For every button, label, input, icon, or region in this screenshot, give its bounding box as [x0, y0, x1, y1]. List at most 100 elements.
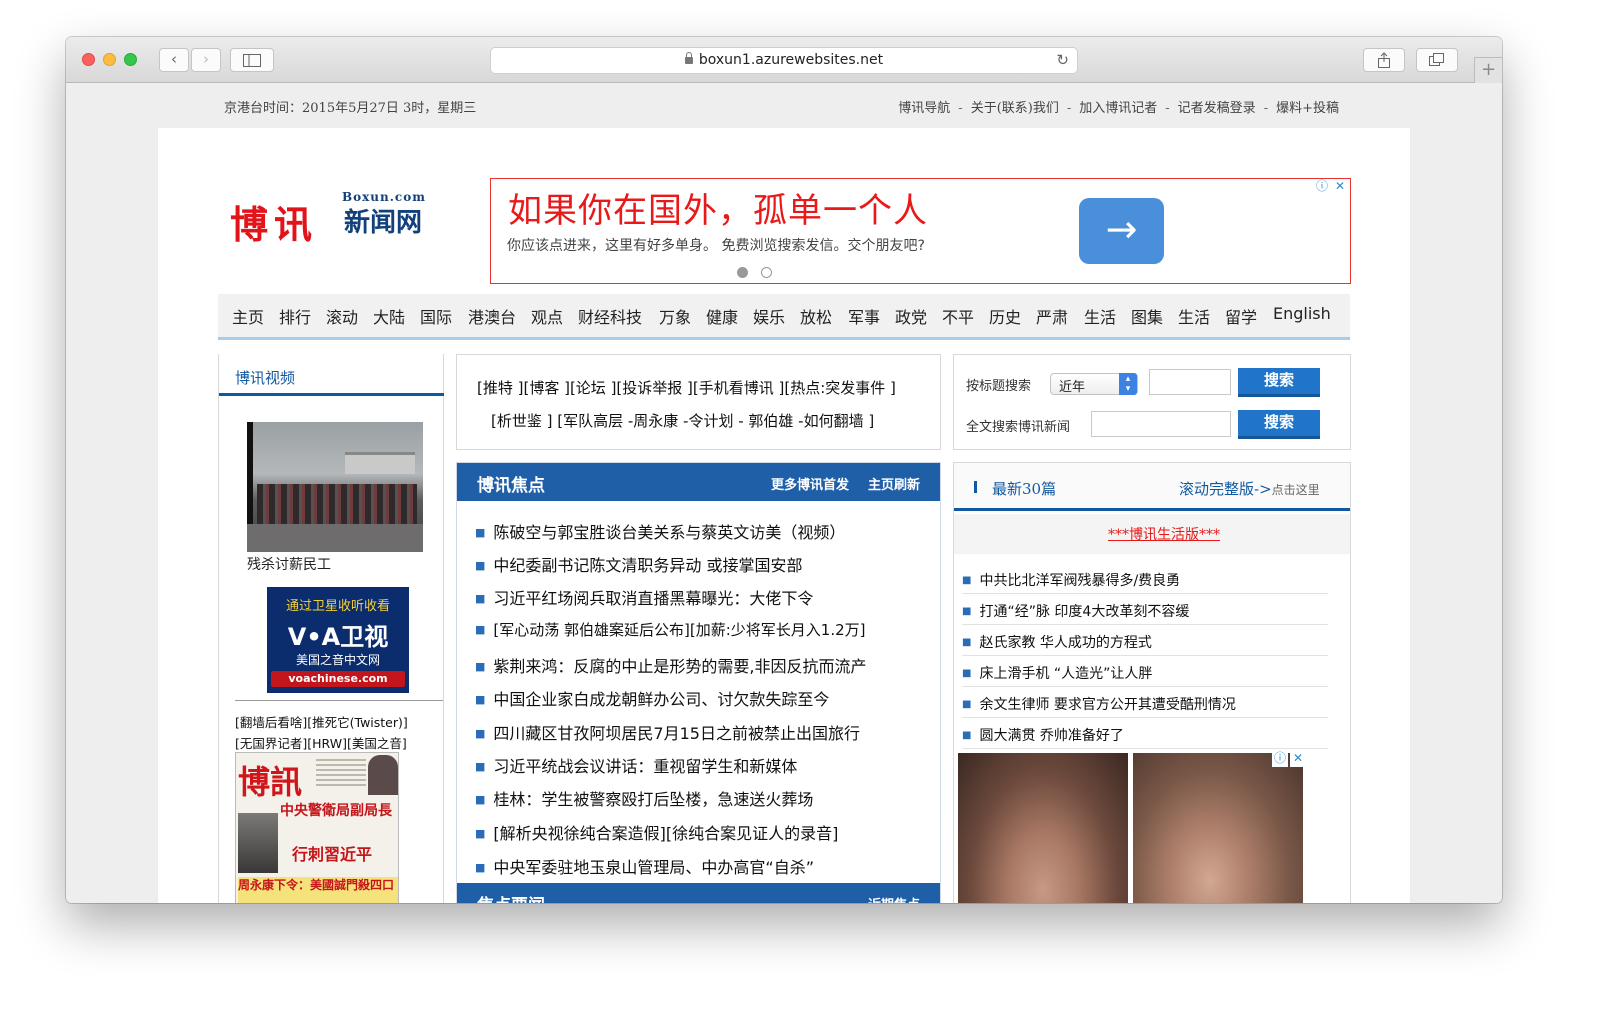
- nav-item[interactable]: 主页: [232, 304, 264, 328]
- photo-ad-info-icon[interactable]: ⓘ: [1272, 751, 1288, 767]
- nav-item[interactable]: 观点: [531, 304, 563, 328]
- photo-ad-close-icon[interactable]: ✕: [1290, 751, 1306, 767]
- focus-item[interactable]: ■ 桂林：学生被警察殴打后坠楼，急速送火葬场: [475, 786, 813, 810]
- quick-links-2[interactable]: [析世鉴 ] [军队高层 -周永康 -令计划 - 郭伯雄 -如何翻墙 ]: [491, 410, 874, 431]
- focus-item[interactable]: ■ 中国企业家白成龙朝鲜办公司、讨欠款失踪至今: [475, 686, 829, 710]
- forward-button[interactable]: ›: [191, 48, 221, 72]
- separator: -: [1165, 101, 1170, 116]
- search-box: 按标题搜索 近年 ▴ ▾ 搜索 全文搜索博讯新闻 搜索: [953, 354, 1351, 450]
- ad-banner[interactable]: 如果你在国外，孤单一个人 你应该点进来，这里有好多单身。 免费浏览搜索发信。交个…: [490, 178, 1351, 284]
- nav-item[interactable]: 健康: [706, 304, 738, 328]
- ad-subtext[interactable]: 你应该点进来，这里有好多单身。 免费浏览搜索发信。交个朋友吧?: [507, 235, 925, 255]
- search-year-select[interactable]: 近年 ▴ ▾: [1050, 373, 1138, 395]
- nav-item[interactable]: 图集: [1131, 304, 1163, 328]
- close-window-button[interactable]: [82, 53, 95, 66]
- top-link-about[interactable]: 关于(联系)我们: [971, 101, 1059, 116]
- carousel-dot-active[interactable]: [737, 267, 748, 278]
- nav-item[interactable]: 娱乐: [753, 304, 785, 328]
- ad-info-icon[interactable]: ⓘ: [1314, 179, 1330, 195]
- ad-photo-2[interactable]: [1133, 753, 1303, 903]
- new-tab-button[interactable]: +: [1474, 57, 1502, 83]
- focus-item[interactable]: ■ [解析央视徐纯合案造假][徐纯合案见证人的录音]: [475, 820, 838, 844]
- top-link-login[interactable]: 记者发稿登录: [1178, 101, 1256, 116]
- latest-title[interactable]: 最新30篇: [992, 478, 1056, 499]
- nav-item[interactable]: 政党: [895, 304, 927, 328]
- search-title-button[interactable]: 搜索: [1238, 368, 1320, 397]
- life-link[interactable]: ***博讯生活版***: [1108, 524, 1220, 544]
- site-logo[interactable]: 博讯 新闻网 Boxun.com: [230, 184, 470, 247]
- nav-item[interactable]: 不平: [942, 304, 974, 328]
- search-full-button[interactable]: 搜索: [1238, 410, 1320, 439]
- nav-item[interactable]: 排行: [279, 304, 311, 328]
- quick-links-1[interactable]: [推特 ][博客 ][论坛 ][投诉举报 ][手机看博讯 ][热点:突发事件 ]: [477, 377, 896, 398]
- latest-item[interactable]: ■ 中共比北洋军阀残暴得多/费良勇: [962, 564, 1328, 594]
- ad-headline[interactable]: 如果你在国外，孤单一个人: [508, 183, 928, 232]
- nav-item[interactable]: 大陆: [373, 304, 405, 328]
- video-thumbnail[interactable]: [247, 422, 423, 552]
- nav-item[interactable]: 生活: [1178, 304, 1210, 328]
- focus-title[interactable]: 博讯焦点: [477, 471, 545, 496]
- top-link-submit[interactable]: 爆料+投稿: [1276, 101, 1339, 116]
- photo-ad[interactable]: ⓘ ✕: [958, 751, 1308, 903]
- left-links-2[interactable]: [无国界记者][HRW][美国之音]: [235, 733, 407, 752]
- separator: -: [1263, 101, 1269, 116]
- focus-item[interactable]: ■ 陈破空与郭宝胜谈台美关系与蔡英文访美（视频）: [475, 519, 845, 543]
- nav-item[interactable]: 历史: [989, 304, 1021, 328]
- news-title[interactable]: 焦点要闻: [477, 891, 545, 903]
- focus-refresh-link[interactable]: 主页刷新: [868, 474, 920, 493]
- zoom-window-button[interactable]: [124, 53, 137, 66]
- latest-item[interactable]: ■ 余文生律师 要求官方公开其遭受酷刑情况: [962, 688, 1328, 718]
- ad-go-button[interactable]: →: [1079, 198, 1164, 264]
- voa-ad[interactable]: 通过卫星收听收看 V•A卫视 美国之音中文网 voachinese.com: [267, 587, 409, 693]
- logo-tag: Boxun.com: [342, 190, 426, 204]
- focus-item[interactable]: ■ 习近平统战会议讲话：重视留学生和新媒体: [475, 753, 797, 777]
- nav-item-english[interactable]: English: [1273, 304, 1331, 323]
- focus-item[interactable]: ■ 习近平红场阅兵取消直播黑幕曝光：大佬下令: [475, 585, 813, 609]
- carousel-dot[interactable]: [761, 267, 772, 278]
- newspaper-image[interactable]: 博訊 中央警衛局副局長 行刺習近平 周永康下令：美國誠門殺四口: [235, 752, 399, 903]
- focus-item[interactable]: ■ [军心动荡 郭伯雄案延后公布][加薪:少将军长月入1.2万]: [475, 619, 866, 640]
- left-column: 博讯视频 残杀讨薪民工 通过卫星收听收看 V•A卫视 美国之音中文网 voach…: [218, 354, 444, 903]
- focus-more-link[interactable]: 更多博讯首发: [771, 474, 849, 493]
- focus-item[interactable]: ■ 紫荆来鸿：反腐的中止是形势的需要,非因反抗而流产: [475, 653, 867, 677]
- video-caption[interactable]: 残杀讨薪民工: [247, 554, 331, 574]
- ad-photo-1[interactable]: [958, 753, 1128, 903]
- web-content: 京港台时间：2015年5月27日 3时，星期三 博讯导航 - 关于(联系)我们 - 加入…: [66, 83, 1502, 903]
- latest-item[interactable]: ■ 圆大满贯 乔帅准备好了: [962, 719, 1328, 749]
- latest-item[interactable]: ■ 床上滑手机 “人造光”让人胖: [962, 657, 1328, 687]
- focus-item[interactable]: ■ 中纪委副书记陈文清职务异动 或接掌国安部: [475, 552, 803, 576]
- nav-item[interactable]: 国际: [420, 304, 452, 328]
- nav-item[interactable]: 万象: [659, 304, 691, 328]
- nav-item[interactable]: 放松: [800, 304, 832, 328]
- top-link-nav[interactable]: 博讯导航: [898, 101, 950, 116]
- left-links-1[interactable]: [翻墙后看啥][推死它(Twister)]: [235, 712, 408, 731]
- nav-item[interactable]: 港澳台: [468, 304, 516, 328]
- top-link-join[interactable]: 加入博讯记者: [1079, 101, 1157, 116]
- tabs-overview-button[interactable]: [1416, 48, 1458, 72]
- search-title-input[interactable]: [1149, 369, 1231, 395]
- focus-item[interactable]: ■ 中央军委驻地玉泉山管理局、中办高官“自杀”: [475, 854, 814, 878]
- minimize-window-button[interactable]: [103, 53, 116, 66]
- back-button[interactable]: ‹: [159, 48, 189, 72]
- scroll-full-link[interactable]: 滚动完整版->点击这里: [1179, 478, 1320, 499]
- nav-item[interactable]: 生活: [1084, 304, 1116, 328]
- focus-item-text: [解析央视徐纯合案造假][徐纯合案见证人的录音]: [493, 824, 839, 843]
- latest-item[interactable]: ■ 打通“经”脉 印度4大改革刻不容缓: [962, 595, 1328, 625]
- nav-item[interactable]: 财经科技: [578, 304, 642, 328]
- news-more-link[interactable]: 近期焦点: [868, 894, 920, 903]
- nav-item[interactable]: 留学: [1225, 304, 1257, 328]
- reload-icon[interactable]: ↻: [1056, 48, 1069, 73]
- address-bar[interactable]: boxun1.azurewebsites.net ↻: [490, 47, 1078, 74]
- bullet-icon: ■: [475, 827, 486, 840]
- latest-item[interactable]: ■ 赵氏家教 华人成功的方程式: [962, 626, 1328, 656]
- nav-item[interactable]: 滚动: [326, 304, 358, 328]
- share-button[interactable]: [1363, 48, 1405, 72]
- nav-item[interactable]: 严肃: [1036, 304, 1068, 328]
- sidebar-toggle-button[interactable]: [230, 48, 274, 72]
- nav-item[interactable]: 军事: [848, 304, 880, 328]
- search-full-input[interactable]: [1091, 411, 1231, 437]
- lock-icon: [684, 52, 693, 64]
- ad-close-icon[interactable]: ✕: [1332, 179, 1348, 195]
- focus-item[interactable]: ■ 四川藏区甘孜阿坝居民7月15日之前被禁止出国旅行: [475, 720, 860, 744]
- video-section-title[interactable]: 博讯视频: [219, 354, 444, 396]
